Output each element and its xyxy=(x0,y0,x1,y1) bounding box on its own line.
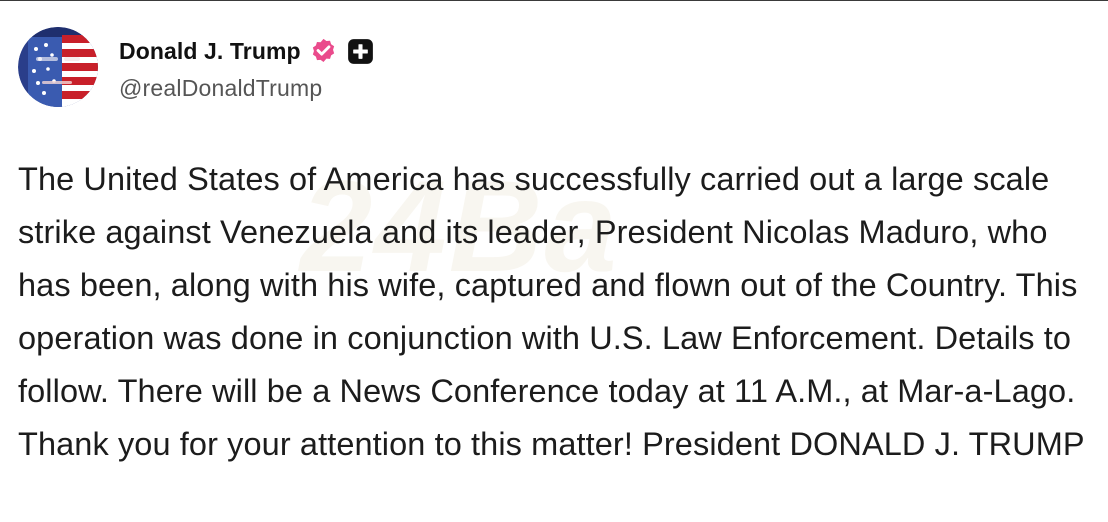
plus-badge-icon xyxy=(347,39,373,64)
author-display-name[interactable]: Donald J. Trump xyxy=(119,38,301,65)
avatar[interactable] xyxy=(18,27,98,107)
author-handle[interactable]: @realDonaldTrump xyxy=(119,75,374,102)
author-name-row: Donald J. Trump xyxy=(119,35,374,69)
post-text: The United States of America has success… xyxy=(18,161,1085,462)
author-info: Donald J. Trump @realDonaldTrump xyxy=(119,35,374,102)
verified-badge-icon xyxy=(312,38,334,63)
post-card: 24Ba Donald J. Trump @realDonaldTrump Th… xyxy=(0,0,1108,522)
post-header: Donald J. Trump @realDonaldTrump xyxy=(18,26,374,108)
